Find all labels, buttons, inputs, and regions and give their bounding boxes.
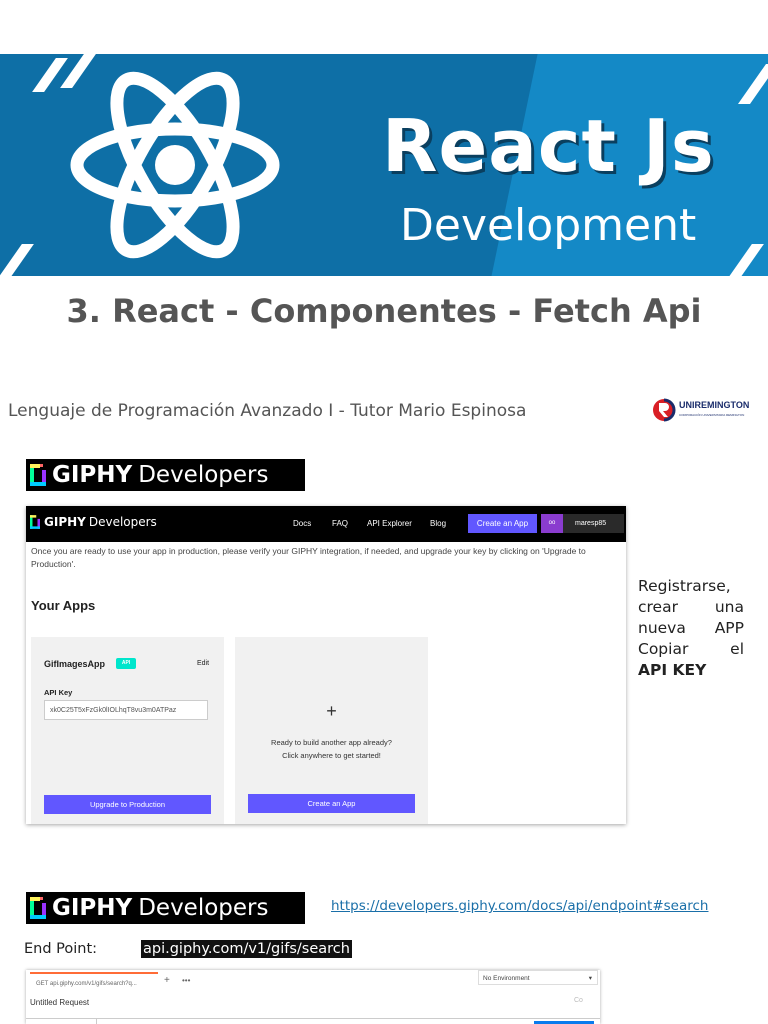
app-name: GifImagesApp <box>44 659 106 669</box>
new-app-prompt: Ready to build another app already? Clic… <box>235 736 428 762</box>
giphy-mark-icon <box>30 515 40 529</box>
api-badge: API <box>116 658 136 669</box>
page-title: 3. React - Componentes - Fetch Api <box>66 292 702 330</box>
giphy-developers-logo: GIPHY Developers <box>26 459 305 491</box>
nav-link-docs[interactable]: Docs <box>293 519 311 528</box>
university-tagline: CORPORACIÓN UNIVERSITARIA REMINGTON <box>679 413 745 417</box>
giphy-mark-icon <box>30 897 46 919</box>
nav-create-app-button[interactable]: Create an App <box>468 514 537 533</box>
navbar-brand: GIPHY <box>44 515 86 529</box>
giphy-brand-text: GIPHY <box>52 462 133 488</box>
new-app-prompt-line1: Ready to build another app already? <box>271 738 392 747</box>
new-app-prompt-line2: Click anywhere to get started! <box>282 751 381 760</box>
your-apps-heading: Your Apps <box>31 598 96 613</box>
username: maresp85 <box>575 520 607 527</box>
create-an-app-button[interactable]: Create an App <box>248 794 415 813</box>
instruction-line: Registrarse, <box>638 577 731 595</box>
navbar-suffix: Developers <box>88 515 157 529</box>
banner-stripe <box>737 64 768 104</box>
course-line: Lenguaje de Programación Avanzado I - Tu… <box>8 401 527 421</box>
avatar: oo <box>541 514 563 533</box>
giphy-mark-icon <box>30 464 46 486</box>
instruction-bold: API KEY <box>638 661 707 679</box>
giphy-brand-text: GIPHY <box>52 895 133 921</box>
banner-title: React Js <box>382 104 715 188</box>
edit-app-link[interactable]: Edit <box>197 660 209 667</box>
environment-select[interactable]: No Environment ▾ <box>478 970 598 985</box>
university-logo: UNIREMINGTON CORPORACIÓN UNIVERSITARIA R… <box>652 398 749 422</box>
react-atom-icon <box>70 71 280 259</box>
giphy-suffix-text: Developers <box>138 462 269 488</box>
navbar-logo[interactable]: GIPHY Developers <box>30 515 157 529</box>
instruction-line: crear una <box>638 598 744 616</box>
user-menu[interactable]: oo maresp85 <box>541 514 624 533</box>
comments-label[interactable]: Co <box>574 997 583 1004</box>
method-divider <box>96 1019 97 1024</box>
app-card: GifImagesApp API Edit API Key xk0C25T5xF… <box>31 637 224 824</box>
request-tab[interactable]: GET api.giphy.com/v1/gifs/search?q... <box>30 972 158 992</box>
endpoint-value: api.giphy.com/v1/gifs/search <box>141 940 352 958</box>
plus-icon: + <box>326 701 337 721</box>
new-app-card[interactable]: + Ready to build another app already? Cl… <box>235 637 428 824</box>
endpoint-label: End Point: <box>24 941 98 957</box>
banner-subtitle: Development <box>400 200 697 251</box>
banner-stripe <box>728 244 764 276</box>
environment-value: No Environment <box>483 975 530 982</box>
new-tab-plus-icon[interactable]: + <box>164 975 170 986</box>
react-banner: React Js Development <box>0 54 768 276</box>
instruction-line: nueva APP <box>638 619 744 637</box>
postman-screenshot: GET api.giphy.com/v1/gifs/search?q... + … <box>26 970 600 1024</box>
request-url-bar <box>26 1018 600 1024</box>
upgrade-to-production-button[interactable]: Upgrade to Production <box>44 795 211 814</box>
nav-link-blog[interactable]: Blog <box>430 519 446 528</box>
giphy-developers-logo: GIPHY Developers <box>26 892 305 924</box>
nav-link-faq[interactable]: FAQ <box>332 519 348 528</box>
api-key-label: API Key <box>44 688 73 697</box>
more-tabs-icon[interactable]: ••• <box>182 976 190 985</box>
request-title: Untitled Request <box>30 998 90 1007</box>
production-notice: Once you are ready to use your app in pr… <box>31 546 586 569</box>
university-name: UNIREMINGTON <box>679 400 750 410</box>
giphy-suffix-text: Developers <box>138 895 269 921</box>
instructions-text: Registrarse, crear una nueva APP Copiar … <box>638 576 744 681</box>
api-key-field[interactable]: xk0C25T5xFzGk0lIOLhqT8vu3m0ATPaz <box>44 700 208 720</box>
giphy-navbar: GIPHY Developers Docs FAQ API Explorer B… <box>26 506 626 542</box>
giphy-dashboard-screenshot: GIPHY Developers Docs FAQ API Explorer B… <box>26 506 626 824</box>
uniremington-emblem-icon <box>653 398 676 422</box>
instruction-line: Copiar el <box>638 640 744 658</box>
chevron-down-icon: ▾ <box>588 975 592 982</box>
nav-link-api-explorer[interactable]: API Explorer <box>367 519 412 528</box>
giphy-docs-link[interactable]: https://developers.giphy.com/docs/api/en… <box>331 898 709 914</box>
university-wordmark: UNIREMINGTON CORPORACIÓN UNIVERSITARIA R… <box>679 400 749 420</box>
